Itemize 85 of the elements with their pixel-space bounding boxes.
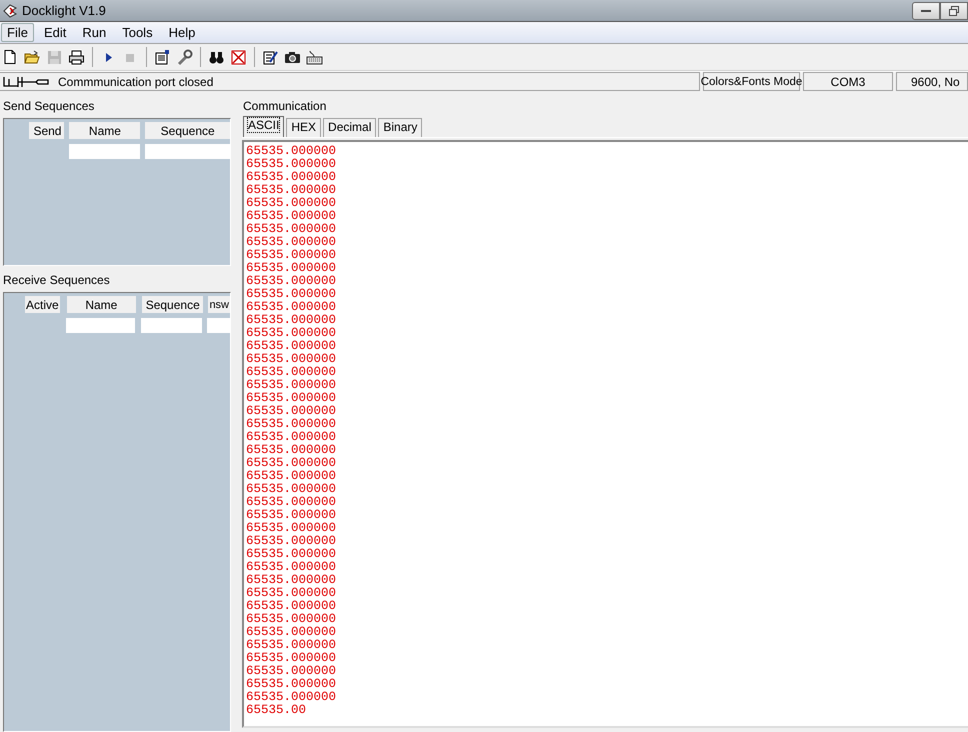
keyboard-icon[interactable]	[306, 48, 323, 66]
table-cell[interactable]	[66, 318, 136, 333]
output-line: 65535.000000	[246, 535, 338, 548]
restore-button[interactable]	[940, 2, 968, 20]
column-header[interactable]: Send	[29, 122, 64, 139]
menu-item[interactable]: Help	[162, 23, 202, 42]
output-line: 65535.000000	[246, 262, 338, 275]
output-line: 65535.000000	[246, 574, 338, 587]
output-line: 65535.000000	[246, 587, 338, 600]
menu-item[interactable]: Edit	[38, 23, 72, 42]
output-line: 65535.000000	[246, 613, 338, 626]
menu-item[interactable]: Tools	[116, 23, 159, 42]
output-line: 65535.000000	[246, 275, 338, 288]
output-line: 65535.000000	[246, 158, 338, 171]
output-line: 65535.000000	[246, 457, 338, 470]
output-line: 65535.000000	[246, 561, 338, 574]
tab[interactable]: HEX	[286, 118, 322, 137]
output-line: 65535.000000	[246, 509, 338, 522]
output-line: 65535.000000	[246, 678, 338, 691]
printer-icon[interactable]	[68, 48, 85, 66]
section-title: Send Sequences	[2, 98, 96, 115]
output-line: 65535.000000	[246, 197, 338, 210]
output-line: 65535.000000	[246, 223, 338, 236]
restore-icon	[949, 6, 959, 16]
output-line: 65535.000000	[246, 340, 338, 353]
output-line: 65535.000000	[246, 444, 338, 457]
output-line: 65535.000000	[246, 405, 338, 418]
properties-icon[interactable]	[154, 48, 171, 66]
minimize-icon	[921, 8, 931, 12]
column-header[interactable]: Active	[25, 296, 60, 313]
output-line: 65535.000000	[246, 366, 338, 379]
output-line: 65535.000000	[246, 431, 338, 444]
status-pane: Colors&Fonts Mode	[703, 72, 800, 91]
output-line: 65535.000000	[246, 145, 338, 158]
output-line: 65535.000000	[246, 301, 338, 314]
output-line: 65535.000000	[246, 652, 338, 665]
output-line: 65535.000000	[246, 171, 338, 184]
output-line: 65535.000000	[246, 626, 338, 639]
column-header[interactable]: Sequence	[145, 122, 230, 139]
column-header[interactable]: nsw	[208, 296, 230, 313]
output-line: 65535.000000	[246, 691, 338, 704]
menu-item[interactable]: File	[1, 23, 34, 42]
output-line: 65535.000000	[246, 548, 338, 561]
output-line: 65535.000000	[246, 665, 338, 678]
output-line: 65535.000000	[246, 184, 338, 197]
output-line: 65535.000000	[246, 249, 338, 262]
status-message: Commmunication port closed	[58, 74, 214, 88]
table-cell[interactable]	[141, 318, 202, 333]
tab[interactable]: ASCII	[243, 116, 284, 137]
menu-item[interactable]: Run	[76, 23, 112, 42]
minimize-button[interactable]	[912, 2, 940, 20]
table-cell[interactable]	[145, 144, 230, 159]
table-cell[interactable]	[69, 144, 140, 159]
output-line: 65535.000000	[246, 639, 338, 652]
output-line: 65535.000000	[246, 483, 338, 496]
folder-icon[interactable]	[24, 48, 41, 66]
clear-window-icon[interactable]	[230, 48, 247, 66]
status-pane: 9600, No	[896, 72, 968, 91]
table-cell[interactable]	[207, 318, 230, 333]
output-line: 65535.000000	[246, 379, 338, 392]
output-line: 65535.00	[246, 704, 308, 717]
output-line: 65535.000000	[246, 392, 338, 405]
output-line: 65535.000000	[246, 353, 338, 366]
output-line: 65535.000000	[246, 496, 338, 509]
output-line: 65535.000000	[246, 327, 338, 340]
status-pane: COM3	[803, 72, 893, 91]
section-title: Communication	[242, 98, 328, 115]
wrench-icon[interactable]	[176, 48, 193, 66]
tab[interactable]: Decimal	[323, 118, 376, 137]
output-line: 65535.000000	[246, 470, 338, 483]
output-line: 65535.000000	[246, 236, 338, 249]
column-header[interactable]: Name	[66, 296, 136, 313]
output-line: 65535.000000	[246, 418, 338, 431]
window-title: Docklight V1.9	[22, 3, 106, 18]
tab[interactable]: Binary	[378, 118, 422, 137]
output-line: 65535.000000	[246, 522, 338, 535]
column-header[interactable]: Name	[69, 122, 140, 139]
output-line: 65535.000000	[246, 288, 338, 301]
output-line: 65535.000000	[246, 314, 338, 327]
edit-script-icon[interactable]	[262, 48, 279, 66]
app-logo-icon	[3, 4, 17, 18]
output-line: 65535.000000	[246, 210, 338, 223]
section-title: Receive Sequences	[2, 272, 111, 289]
output-line: 65535.000000	[246, 600, 338, 613]
column-header[interactable]: Sequence	[142, 296, 204, 313]
